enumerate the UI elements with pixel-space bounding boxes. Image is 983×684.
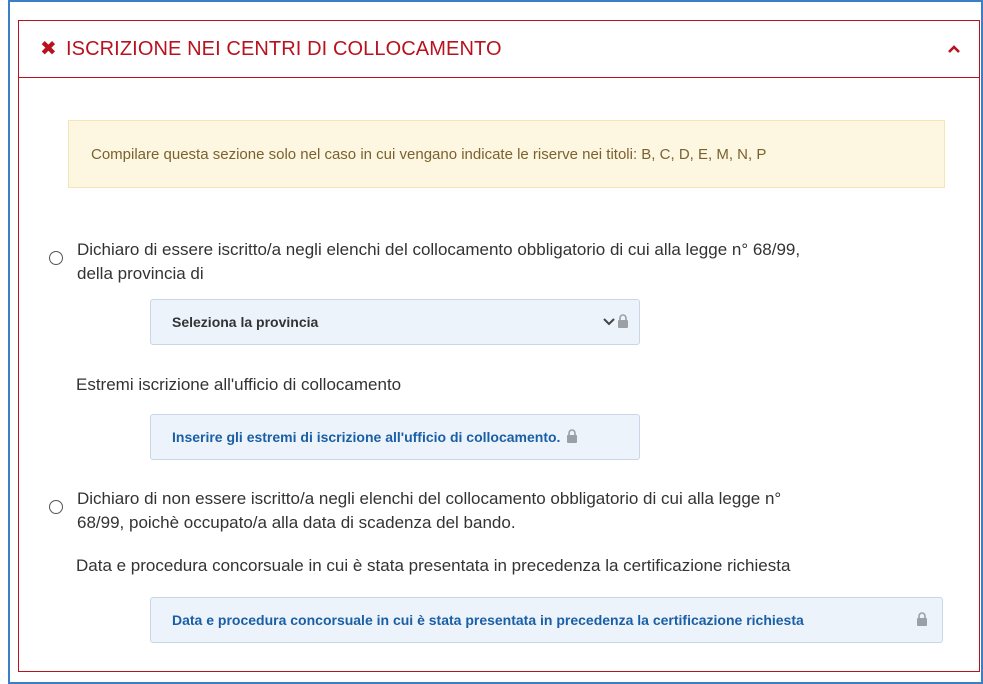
procedura-input[interactable]: Data e procedura concorsuale in cui è st… bbox=[150, 597, 943, 643]
option2-sub-label: Data e procedura concorsuale in cui è st… bbox=[76, 556, 791, 575]
radio-non-iscritto[interactable] bbox=[49, 500, 63, 514]
estremi-input[interactable]: Inserire gli estremi di iscrizione all'u… bbox=[150, 414, 640, 460]
lock-icon bbox=[617, 313, 629, 331]
chevron-up-icon[interactable] bbox=[947, 42, 961, 56]
option2-line2: 68/99, poichè occupato/a alla data di sc… bbox=[77, 513, 516, 532]
x-icon: ✖ bbox=[40, 38, 57, 60]
option1-line1: Dichiaro di essere iscritto/a negli elen… bbox=[77, 240, 801, 259]
option1-line2: della provincia di bbox=[77, 264, 204, 283]
option1-sub-label: Estremi iscrizione all'ufficio di colloc… bbox=[76, 375, 402, 394]
collocamento-section: ✖ ISCRIZIONE NEI CENTRI DI COLLOCAMENTO … bbox=[18, 20, 980, 672]
chevron-down-icon bbox=[602, 314, 616, 330]
procedura-input-placeholder: Data e procedura concorsuale in cui è st… bbox=[172, 612, 804, 628]
provincia-select-value: Seleziona la provincia bbox=[172, 314, 319, 330]
option2-line1: Dichiaro di non essere iscritto/a negli … bbox=[77, 489, 782, 508]
section-header[interactable]: ✖ ISCRIZIONE NEI CENTRI DI COLLOCAMENTO bbox=[19, 21, 979, 78]
notice-text: Compilare questa sezione solo nel caso i… bbox=[91, 145, 767, 163]
lock-icon bbox=[916, 611, 928, 629]
estremi-input-placeholder: Inserire gli estremi di iscrizione all'u… bbox=[172, 429, 561, 445]
notice-box: Compilare questa sezione solo nel caso i… bbox=[68, 120, 945, 188]
radio-iscritto[interactable] bbox=[49, 251, 63, 265]
lock-icon bbox=[566, 428, 578, 446]
section-title: ISCRIZIONE NEI CENTRI DI COLLOCAMENTO bbox=[66, 37, 502, 60]
provincia-select[interactable]: Seleziona la provincia bbox=[150, 299, 640, 345]
